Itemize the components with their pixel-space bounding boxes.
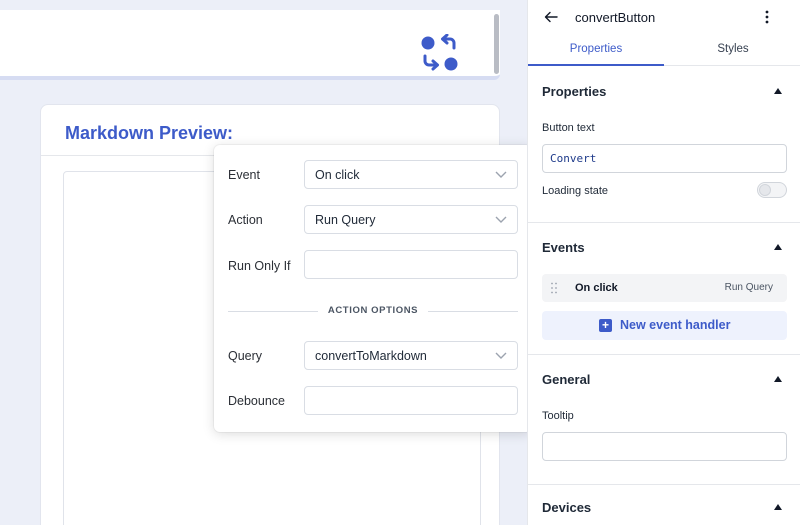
action-select[interactable]: Run Query <box>304 205 518 234</box>
caret-up-icon[interactable] <box>774 376 782 382</box>
chevron-down-icon <box>495 171 507 178</box>
run-only-if-input[interactable] <box>304 250 518 279</box>
button-text-label: Button text <box>542 122 595 134</box>
top-container[interactable] <box>0 10 500 80</box>
caret-up-icon[interactable] <box>774 504 782 510</box>
button-text-value: Convert <box>550 152 597 165</box>
section-divider <box>528 484 800 485</box>
arrow-left-icon[interactable] <box>544 10 558 24</box>
inspector-header: convertButton <box>528 0 800 34</box>
divider-line <box>428 311 518 312</box>
chevron-down-icon <box>495 352 507 359</box>
action-options-divider: ACTION OPTIONS <box>228 305 518 317</box>
tooltip-input[interactable] <box>542 432 787 461</box>
event-label: Event <box>228 168 260 182</box>
events-heading: Events <box>542 240 585 255</box>
component-name: convertButton <box>575 10 656 25</box>
section-divider <box>528 354 800 355</box>
action-label: Action <box>228 213 263 227</box>
event-select-value: On click <box>315 168 360 182</box>
convert-icon-button[interactable] <box>420 33 462 74</box>
tab-properties[interactable]: Properties <box>528 34 664 66</box>
event-action: Run Query <box>724 282 773 293</box>
drag-handle-icon[interactable] <box>551 282 557 294</box>
action-select-value: Run Query <box>315 213 376 227</box>
new-event-handler-button[interactable]: + New event handler <box>542 311 787 340</box>
properties-heading: Properties <box>542 84 607 99</box>
preview-title: Markdown Preview: <box>65 123 234 143</box>
app-canvas: Markdown Preview: Event On click Action … <box>0 0 527 525</box>
loading-state-label: Loading state <box>542 185 609 197</box>
query-select[interactable]: convertToMarkdown <box>304 341 518 370</box>
canvas-scrollbar[interactable] <box>494 14 499 74</box>
debounce-input[interactable] <box>304 386 518 415</box>
inspector-tabs: Properties Styles <box>528 34 800 66</box>
section-divider <box>528 222 800 223</box>
query-select-value: convertToMarkdown <box>315 349 427 363</box>
loading-state-toggle[interactable] <box>757 182 787 198</box>
event-handler-row[interactable]: On click Run Query <box>542 274 787 302</box>
plus-icon: + <box>599 319 612 332</box>
kebab-menu-icon[interactable] <box>761 9 773 25</box>
event-name: On click <box>575 282 618 294</box>
query-label: Query <box>228 349 263 363</box>
devices-heading: Devices <box>542 500 592 515</box>
toggle-knob <box>759 184 771 196</box>
event-select[interactable]: On click <box>304 160 518 189</box>
tooltip-label: Tooltip <box>542 410 574 422</box>
tab-styles[interactable]: Styles <box>665 34 800 66</box>
inspector-panel: convertButton Properties Styles Properti… <box>527 0 800 525</box>
new-event-handler-label: New event handler <box>620 318 731 332</box>
button-text-input[interactable]: Convert <box>542 144 787 173</box>
caret-up-icon[interactable] <box>774 244 782 250</box>
debounce-label: Debounce <box>228 394 285 408</box>
general-heading: General <box>542 372 591 387</box>
convert-arrows-icon <box>421 33 458 71</box>
run-only-if-label: Run Only If <box>228 259 291 273</box>
event-handler-popover: Event On click Action Run Query Run Only… <box>214 145 527 432</box>
caret-up-icon[interactable] <box>774 88 782 94</box>
chevron-down-icon <box>495 216 507 223</box>
